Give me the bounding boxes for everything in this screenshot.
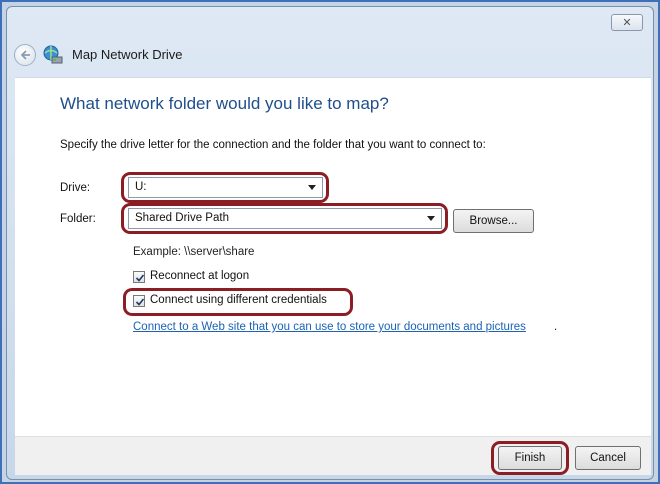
- page-title: What network folder would you like to ma…: [60, 94, 389, 113]
- drive-highlight: [121, 172, 329, 203]
- content-area: [15, 77, 651, 436]
- browse-button[interactable]: Browse...: [453, 209, 534, 233]
- example-text: Example: \\server\share: [133, 246, 255, 258]
- title-bar: Map Network Drive: [12, 36, 612, 76]
- folder-highlight: [121, 203, 448, 234]
- cancel-button[interactable]: Cancel: [575, 446, 641, 470]
- back-button[interactable]: [14, 44, 36, 66]
- window-title: Map Network Drive: [72, 47, 183, 62]
- credentials-highlight: [123, 288, 353, 316]
- drive-label: Drive:: [60, 182, 91, 194]
- web-site-link[interactable]: Connect to a Web site that you can use t…: [133, 321, 526, 333]
- instruction-text: Specify the drive letter for the connect…: [60, 139, 486, 151]
- close-icon: ✕: [622, 16, 632, 29]
- reconnect-checkbox[interactable]: [133, 271, 145, 283]
- finish-highlight: [491, 441, 569, 475]
- back-arrow-icon: [20, 50, 30, 60]
- link-period: .: [554, 321, 558, 333]
- network-drive-icon: [43, 45, 63, 64]
- checkmark-icon: [135, 274, 145, 282]
- reconnect-label: Reconnect at logon: [150, 270, 250, 282]
- folder-label: Folder:: [60, 213, 96, 225]
- close-button[interactable]: ✕: [611, 14, 643, 31]
